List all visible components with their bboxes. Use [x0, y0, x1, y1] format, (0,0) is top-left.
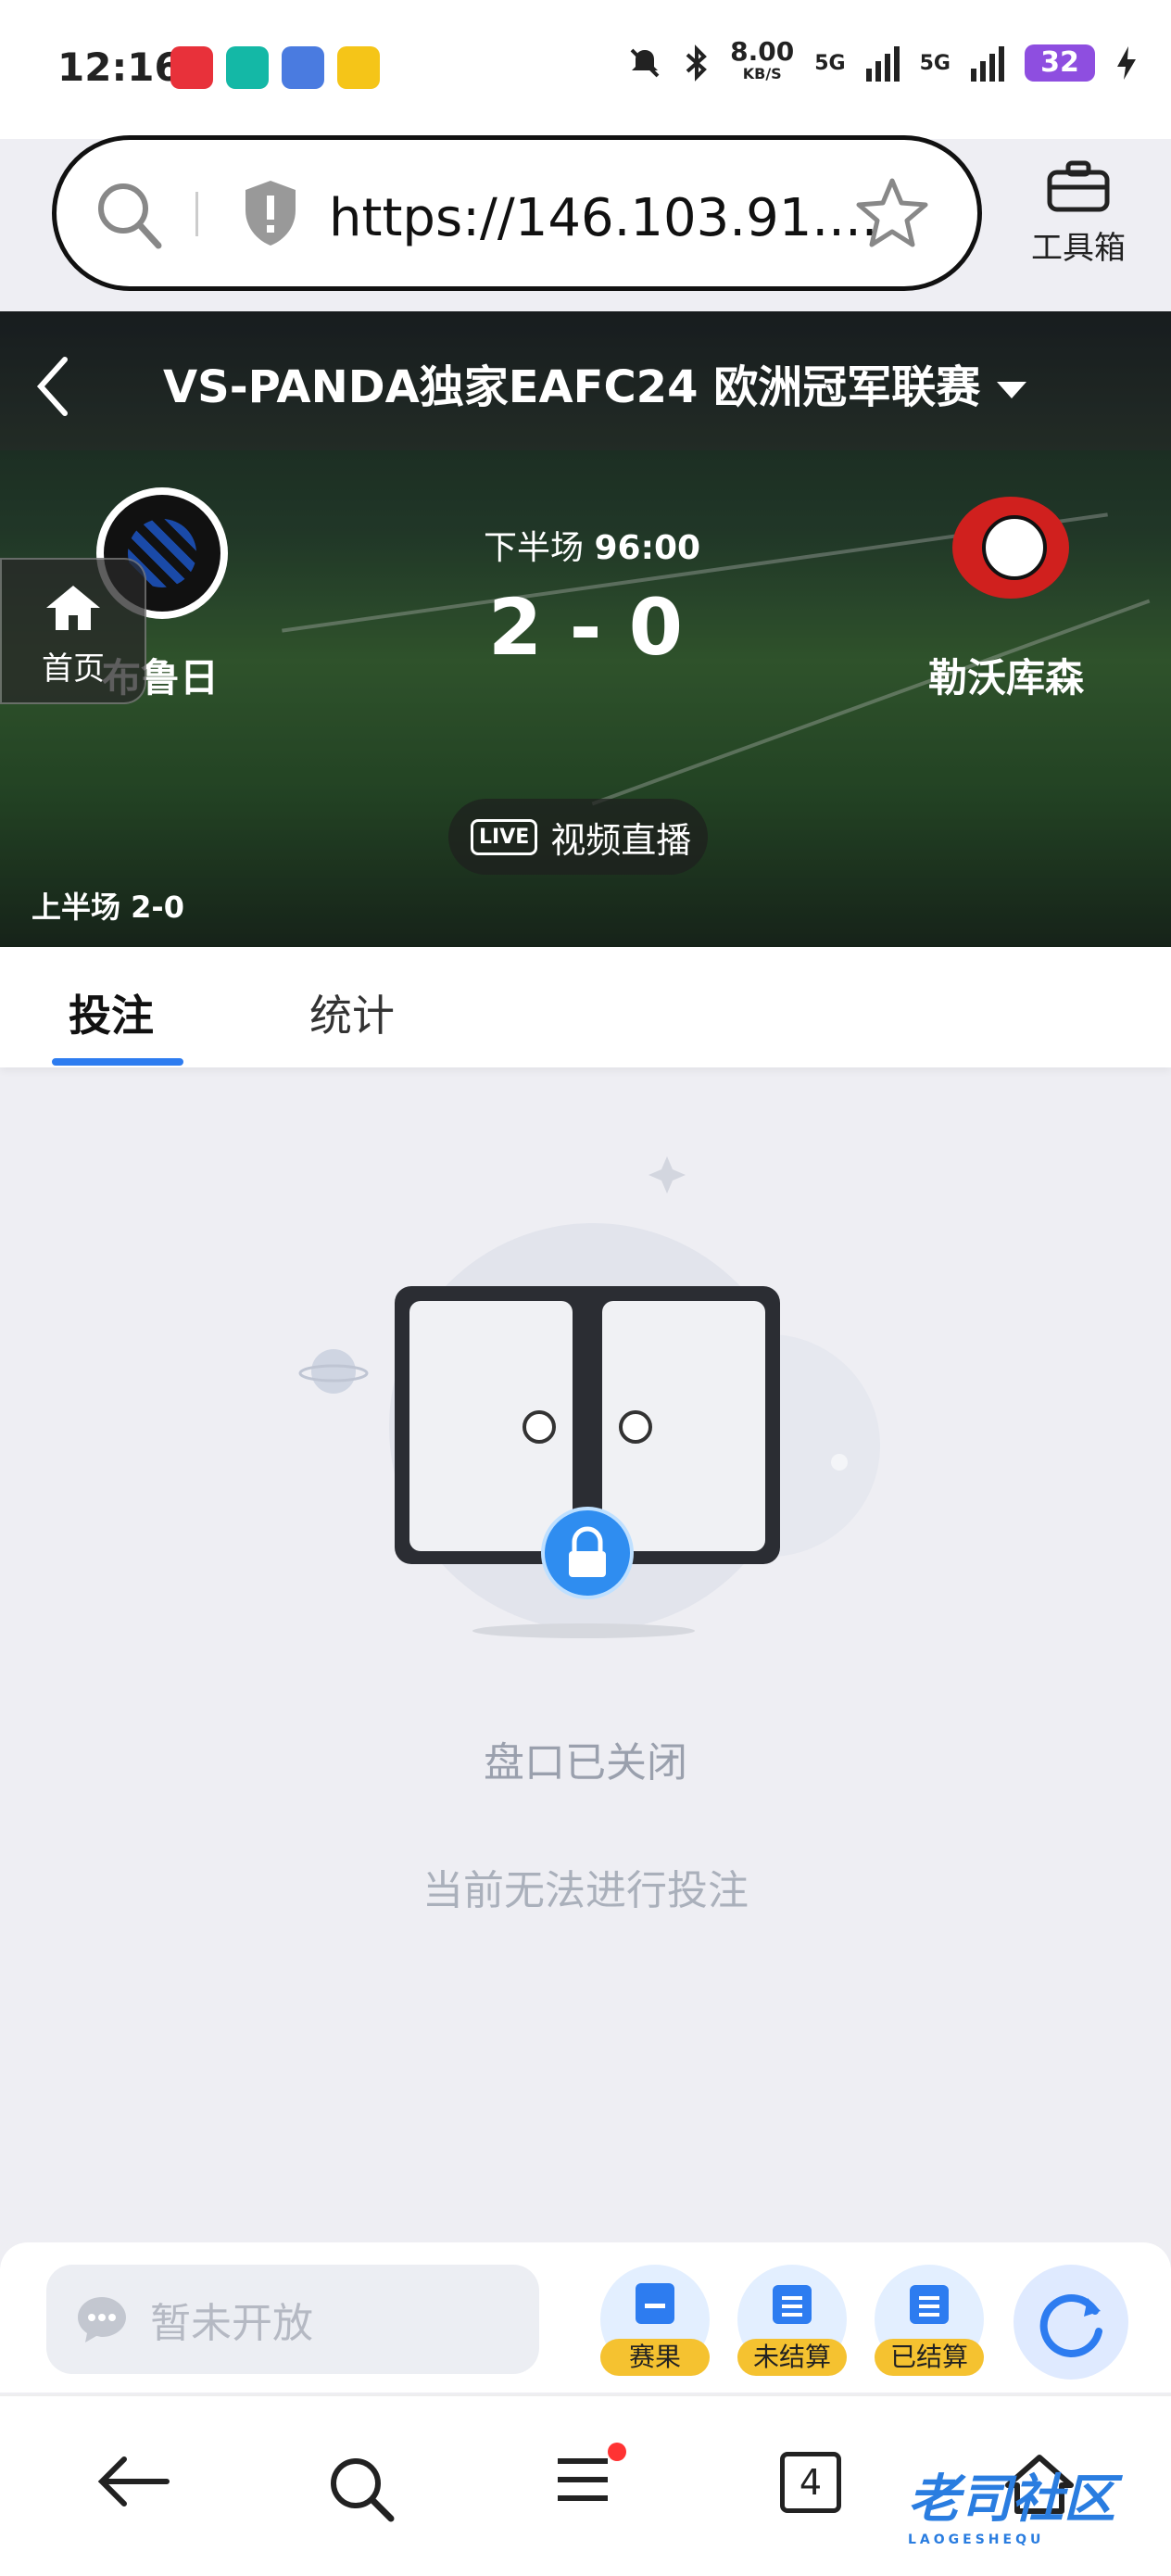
app-1-icon	[170, 46, 213, 89]
menu-icon[interactable]	[548, 2441, 632, 2515]
toolbox-icon	[1047, 160, 1110, 212]
signal-2-label: 5G	[919, 51, 951, 75]
chat-input[interactable]: 暂未开放	[46, 2265, 539, 2374]
unsettled-icon	[773, 2285, 812, 2324]
toolbox-button[interactable]: 工具箱	[1023, 159, 1134, 268]
live-tag: LIVE	[471, 818, 538, 855]
results-label: 赛果	[600, 2339, 710, 2376]
status-time: 12:16	[57, 44, 182, 90]
signal-1-label: 5G	[814, 51, 846, 75]
dropdown-caret-icon[interactable]	[997, 382, 1027, 398]
shield-icon[interactable]	[240, 177, 301, 249]
results-icon	[636, 2283, 674, 2324]
refresh-icon	[1039, 2294, 1102, 2357]
unsettled-button[interactable]: 未结算	[737, 2265, 847, 2376]
back-arrow-icon[interactable]	[35, 354, 72, 419]
charging-icon	[1117, 46, 1136, 80]
url-separator	[195, 192, 198, 236]
tab-statistics[interactable]: 统计	[309, 982, 395, 1043]
bluetooth-icon	[686, 44, 708, 82]
half-time-score: 上半场 2-0	[31, 890, 184, 925]
market-closed-subtitle: 当前无法进行投注	[422, 1867, 749, 1914]
match-header: VS-PANDA独家EAFC24 欧洲冠军联赛 布鲁日 勒沃库森 下半场 96:…	[0, 311, 1171, 947]
live-stream-button[interactable]: LIVE 视频直播	[448, 799, 708, 875]
settled-icon	[910, 2285, 949, 2324]
url-bar[interactable]: https://146.103.91....	[52, 135, 982, 291]
watermark-logo: 老司社区 LAOGESHEQU	[908, 2469, 1115, 2547]
bottom-action-bar: 暂未开放 赛果 未结算 已结算	[0, 2242, 1171, 2393]
status-app-icons	[170, 46, 380, 89]
unsettled-label: 未结算	[737, 2339, 847, 2376]
home-float-label: 首页	[42, 650, 105, 688]
league-title[interactable]: VS-PANDA独家EAFC24 欧洲冠军联赛	[163, 350, 1027, 415]
home-float-button[interactable]: 首页	[0, 558, 146, 704]
game-icon	[282, 46, 324, 89]
chat-bubble-icon	[78, 2297, 126, 2342]
market-closed-title: 盘口已关闭	[484, 1739, 687, 1787]
match-period: 下半场 96:00	[484, 529, 701, 567]
live-stream-label: 视频直播	[550, 819, 692, 861]
search-icon[interactable]	[324, 2452, 398, 2526]
toolbox-label: 工具箱	[1031, 230, 1126, 267]
back-icon[interactable]	[96, 2452, 170, 2511]
chat-placeholder: 暂未开放	[150, 2300, 313, 2347]
mute-icon	[630, 48, 660, 78]
status-bar: 12:16 8.00 KB/S 5G 5G 32	[0, 0, 1171, 139]
market-closed-illustration	[298, 1156, 880, 1638]
match-score: 2 - 0	[487, 582, 684, 673]
match-clock: 96:00	[594, 529, 701, 567]
status-right: 8.00 KB/S 5G 5G 32	[626, 36, 1138, 85]
app-4-icon	[337, 46, 380, 89]
tab-count-button[interactable]: 4	[780, 2452, 841, 2513]
signal-1-icon	[865, 46, 900, 82]
boss-icon	[226, 46, 269, 89]
url-text[interactable]: https://146.103.91....	[329, 188, 878, 248]
home-icon	[46, 586, 100, 630]
battery-indicator: 32	[1025, 44, 1095, 82]
results-button[interactable]: 赛果	[600, 2265, 710, 2376]
refresh-button[interactable]	[1014, 2265, 1128, 2380]
settled-button[interactable]: 已结算	[875, 2265, 984, 2376]
settled-label: 已结算	[875, 2339, 984, 2376]
net-speed: 8.00 KB/S	[730, 36, 795, 83]
tab-bar: 投注 统计	[0, 947, 1171, 1067]
signal-2-icon	[971, 46, 1004, 82]
sparkle-icon	[648, 1156, 686, 1193]
bookmark-star-icon[interactable]	[855, 175, 929, 249]
planet-icon	[311, 1349, 356, 1394]
search-icon[interactable]	[94, 179, 164, 253]
tab-betting[interactable]: 投注	[52, 982, 183, 1066]
